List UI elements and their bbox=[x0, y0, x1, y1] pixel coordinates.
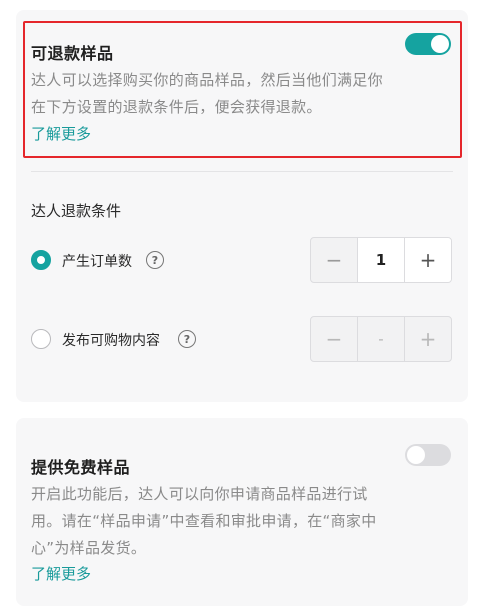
radio-order-count[interactable] bbox=[31, 250, 51, 270]
shoppable-content-stepper: − - + bbox=[310, 316, 452, 362]
free-sample-toggle[interactable] bbox=[405, 444, 451, 466]
refund-conditions-title: 达人退款条件 bbox=[31, 202, 122, 220]
stepper-minus-button: − bbox=[325, 327, 343, 351]
free-sample-title: 提供免费样品 bbox=[31, 458, 131, 477]
divider bbox=[31, 171, 453, 172]
refund-sample-toggle[interactable] bbox=[405, 33, 451, 55]
radio-shoppable-content[interactable] bbox=[31, 329, 51, 349]
refund-sample-description-line-2: 在下方设置的退款条件后，便会获得退款。 bbox=[31, 98, 322, 116]
option-shoppable-content-label: 发布可购物内容 bbox=[62, 333, 160, 349]
free-sample-description-line-3: 心”为样品发货。 bbox=[31, 539, 147, 557]
help-icon[interactable]: ? bbox=[146, 251, 164, 269]
free-sample-description-line-1: 开启此功能后，达人可以向你申请商品样品进行试 bbox=[31, 485, 368, 503]
free-sample-description-line-2: 用。请在“样品申请”中查看和审批申请，在“商家中 bbox=[31, 512, 377, 530]
refund-sample-description-line-1: 达人可以选择购买你的商品样品，然后当他们满足你 bbox=[31, 71, 383, 89]
free-sample-learn-more-link[interactable]: 了解更多 bbox=[31, 563, 91, 584]
toggle-knob bbox=[407, 446, 425, 464]
stepper-minus-button[interactable]: − bbox=[311, 238, 357, 282]
option-order-count-label: 产生订单数 bbox=[62, 254, 132, 270]
refund-sample-title: 可退款样品 bbox=[31, 44, 114, 63]
help-icon[interactable]: ? bbox=[178, 330, 196, 348]
order-count-stepper[interactable]: − 1 + bbox=[310, 237, 452, 283]
stepper-value[interactable]: 1 bbox=[357, 238, 405, 282]
toggle-knob bbox=[431, 35, 449, 53]
stepper-plus-button: + bbox=[419, 327, 437, 351]
stepper-value: - bbox=[357, 317, 405, 361]
refund-sample-learn-more-link[interactable]: 了解更多 bbox=[31, 123, 91, 144]
stepper-plus-button[interactable]: + bbox=[405, 238, 451, 282]
